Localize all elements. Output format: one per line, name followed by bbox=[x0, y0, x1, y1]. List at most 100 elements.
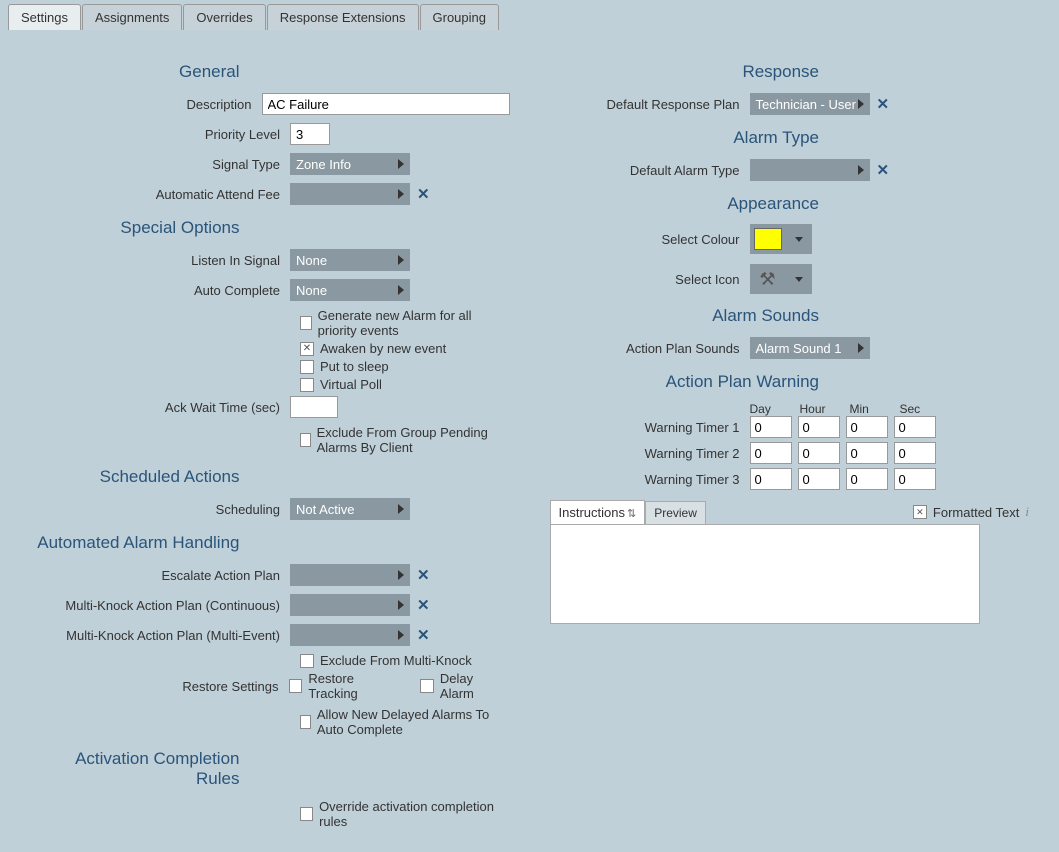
override-rules-checkbox[interactable] bbox=[300, 807, 313, 821]
warning-title: Action Plan Warning bbox=[550, 372, 1030, 392]
auto-complete-dropdown[interactable]: None bbox=[290, 279, 410, 301]
auto-alarm-title: Automated Alarm Handling bbox=[30, 533, 510, 553]
signal-type-dropdown[interactable]: Zone Info bbox=[290, 153, 410, 175]
awaken-label: Awaken by new event bbox=[320, 341, 446, 356]
priority-label: Priority Level bbox=[30, 127, 290, 142]
scheduling-label: Scheduling bbox=[30, 502, 290, 517]
act-rules-title: Activation Completion Rules bbox=[30, 749, 510, 789]
chevron-down-icon bbox=[795, 237, 803, 242]
timer1-label: Warning Timer 1 bbox=[550, 420, 750, 435]
chevron-right-icon bbox=[858, 165, 864, 175]
general-title: General bbox=[30, 62, 510, 82]
mk-multi-label: Multi-Knock Action Plan (Multi-Event) bbox=[30, 628, 290, 643]
sleep-label: Put to sleep bbox=[320, 359, 389, 374]
action-sounds-dropdown[interactable]: Alarm Sound 1 bbox=[750, 337, 870, 359]
default-plan-clear[interactable]: ✕ bbox=[874, 95, 893, 113]
default-plan-dropdown[interactable]: Technician - User bbox=[750, 93, 870, 115]
exclude-mk-label: Exclude From Multi-Knock bbox=[320, 653, 472, 668]
colour-swatch bbox=[754, 228, 782, 250]
hdr-sec: Sec bbox=[900, 402, 944, 416]
delay-alarm-checkbox[interactable] bbox=[420, 679, 434, 693]
timer1-hour[interactable] bbox=[798, 416, 840, 438]
escalate-label: Escalate Action Plan bbox=[30, 568, 290, 583]
preview-tab[interactable]: Preview bbox=[645, 501, 706, 524]
exclude-group-label: Exclude From Group Pending Alarms By Cli… bbox=[317, 425, 510, 455]
signal-type-label: Signal Type bbox=[30, 157, 290, 172]
chevron-right-icon bbox=[398, 504, 404, 514]
main-tabs: Settings Assignments Overrides Response … bbox=[0, 0, 1059, 30]
awaken-checkbox[interactable]: ✕ bbox=[300, 342, 314, 356]
timer2-label: Warning Timer 2 bbox=[550, 446, 750, 461]
mk-cont-clear[interactable]: ✕ bbox=[414, 596, 433, 614]
formatted-label: Formatted Text bbox=[933, 505, 1019, 520]
chevron-right-icon bbox=[858, 343, 864, 353]
restore-tracking-checkbox[interactable] bbox=[289, 679, 303, 693]
hdr-day: Day bbox=[750, 402, 794, 416]
auto-complete-label: Auto Complete bbox=[30, 283, 290, 298]
icon-label: Select Icon bbox=[550, 272, 750, 287]
vpoll-checkbox[interactable] bbox=[300, 378, 314, 392]
timer2-hour[interactable] bbox=[798, 442, 840, 464]
colour-label: Select Colour bbox=[550, 232, 750, 247]
formatted-checkbox[interactable]: ✕ bbox=[913, 505, 927, 519]
override-rules-label: Override activation completion rules bbox=[319, 799, 509, 829]
sleep-checkbox[interactable] bbox=[300, 360, 314, 374]
timer2-sec[interactable] bbox=[894, 442, 936, 464]
allow-delayed-checkbox[interactable] bbox=[300, 715, 311, 729]
tab-grouping[interactable]: Grouping bbox=[420, 4, 499, 30]
timer3-hour[interactable] bbox=[798, 468, 840, 490]
exclude-group-checkbox[interactable] bbox=[300, 433, 311, 447]
chevron-right-icon bbox=[398, 159, 404, 169]
tab-assignments[interactable]: Assignments bbox=[82, 4, 182, 30]
timer3-sec[interactable] bbox=[894, 468, 936, 490]
timer3-day[interactable] bbox=[750, 468, 792, 490]
alarm-type-title: Alarm Type bbox=[550, 128, 1030, 148]
tab-settings[interactable]: Settings bbox=[8, 4, 81, 30]
escalate-dropdown[interactable]: . bbox=[290, 564, 410, 586]
chevron-right-icon bbox=[398, 255, 404, 265]
instructions-textarea[interactable] bbox=[550, 524, 980, 624]
mk-multi-dropdown[interactable]: . bbox=[290, 624, 410, 646]
tool-icon: ⚒ bbox=[759, 269, 775, 290]
exclude-mk-checkbox[interactable] bbox=[300, 654, 314, 668]
mk-cont-dropdown[interactable]: . bbox=[290, 594, 410, 616]
response-title: Response bbox=[550, 62, 1030, 82]
default-plan-label: Default Response Plan bbox=[550, 97, 750, 112]
timer3-min[interactable] bbox=[846, 468, 888, 490]
description-label: Description bbox=[30, 97, 262, 112]
mk-multi-clear[interactable]: ✕ bbox=[414, 626, 433, 644]
auto-fee-label: Automatic Attend Fee bbox=[30, 187, 290, 202]
tab-overrides[interactable]: Overrides bbox=[183, 4, 265, 30]
auto-fee-clear[interactable]: ✕ bbox=[414, 185, 433, 203]
default-type-clear[interactable]: ✕ bbox=[874, 161, 893, 179]
action-sounds-label: Action Plan Sounds bbox=[550, 341, 750, 356]
gen-alarm-checkbox[interactable] bbox=[300, 316, 312, 330]
chevron-right-icon bbox=[398, 285, 404, 295]
default-type-label: Default Alarm Type bbox=[550, 163, 750, 178]
description-input[interactable] bbox=[262, 93, 510, 115]
chevron-right-icon bbox=[398, 189, 404, 199]
scheduling-dropdown[interactable]: Not Active bbox=[290, 498, 410, 520]
colour-dropdown-button[interactable] bbox=[786, 224, 812, 254]
escalate-clear[interactable]: ✕ bbox=[414, 566, 433, 584]
hdr-min: Min bbox=[850, 402, 894, 416]
chevron-right-icon bbox=[858, 99, 864, 109]
timer1-day[interactable] bbox=[750, 416, 792, 438]
chevron-right-icon bbox=[398, 600, 404, 610]
info-icon[interactable]: i bbox=[1025, 504, 1029, 520]
hdr-hour: Hour bbox=[800, 402, 844, 416]
instructions-tab[interactable]: Instructions⇅ bbox=[550, 500, 646, 524]
priority-input[interactable] bbox=[290, 123, 330, 145]
timer1-sec[interactable] bbox=[894, 416, 936, 438]
allow-delayed-label: Allow New Delayed Alarms To Auto Complet… bbox=[317, 707, 510, 737]
icon-dropdown-button[interactable] bbox=[786, 264, 812, 294]
auto-fee-dropdown[interactable]: . bbox=[290, 183, 410, 205]
tab-response-extensions[interactable]: Response Extensions bbox=[267, 4, 419, 30]
timer2-min[interactable] bbox=[846, 442, 888, 464]
ack-label: Ack Wait Time (sec) bbox=[30, 400, 290, 415]
listen-dropdown[interactable]: None bbox=[290, 249, 410, 271]
timer2-day[interactable] bbox=[750, 442, 792, 464]
ack-input[interactable] bbox=[290, 396, 338, 418]
timer1-min[interactable] bbox=[846, 416, 888, 438]
default-type-dropdown[interactable]: . bbox=[750, 159, 870, 181]
